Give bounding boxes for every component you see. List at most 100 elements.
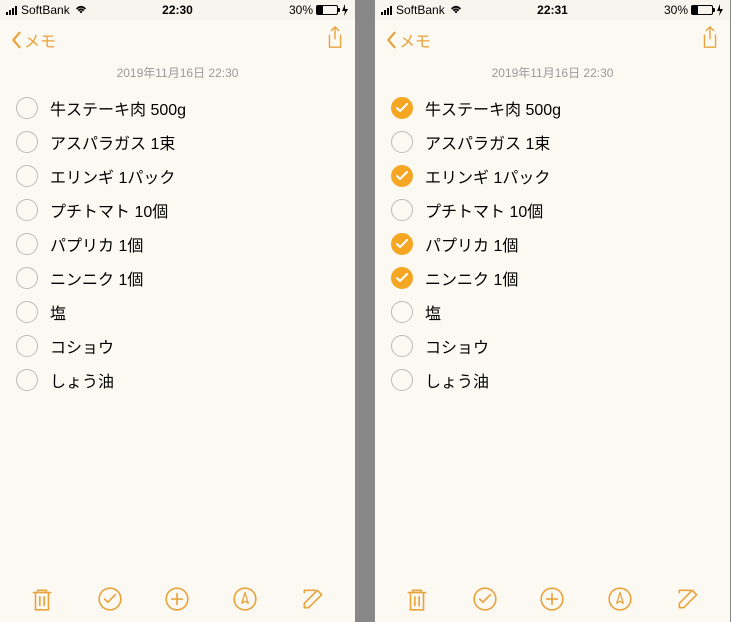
checklist-item[interactable]: エリンギ 1パック xyxy=(391,159,714,193)
checklist-item[interactable]: アスパラガス 1束 xyxy=(16,125,339,159)
nav-bar: メモ xyxy=(375,20,730,60)
checklist-button[interactable] xyxy=(97,586,123,612)
status-bar: SoftBank 22:30 30% xyxy=(0,0,355,20)
status-bar: SoftBank 22:31 30% xyxy=(375,0,730,20)
checklist-item[interactable]: パプリカ 1個 xyxy=(391,227,714,261)
draw-button[interactable] xyxy=(607,586,633,612)
checklist-item[interactable]: プチトマト 10個 xyxy=(391,193,714,227)
item-text: パプリカ 1個 xyxy=(425,232,518,256)
checklist-item[interactable]: コショウ xyxy=(16,329,339,363)
checkbox[interactable] xyxy=(391,301,413,323)
delete-button[interactable] xyxy=(29,586,55,612)
checklist-item[interactable]: パプリカ 1個 xyxy=(16,227,339,261)
chevron-left-icon xyxy=(385,31,397,49)
check-circle-icon xyxy=(472,586,498,612)
carrier-label: SoftBank xyxy=(21,3,70,17)
item-text: エリンギ 1パック xyxy=(50,164,175,188)
checkbox[interactable] xyxy=(16,97,38,119)
checkbox[interactable] xyxy=(16,131,38,153)
trash-icon xyxy=(29,586,55,612)
checkbox[interactable] xyxy=(391,267,413,289)
plus-circle-icon xyxy=(164,586,190,612)
share-icon xyxy=(325,26,345,50)
compose-icon xyxy=(675,586,701,612)
battery-icon xyxy=(316,5,338,15)
bottom-toolbar xyxy=(0,576,355,622)
checkbox[interactable] xyxy=(391,233,413,255)
checkmark-icon xyxy=(396,103,408,113)
checklist-item[interactable]: 牛ステーキ肉 500g xyxy=(16,91,339,125)
checklist-item[interactable]: 塩 xyxy=(16,295,339,329)
share-button[interactable] xyxy=(700,26,720,55)
note-timestamp: 2019年11月16日 22:30 xyxy=(375,60,730,91)
compose-button[interactable] xyxy=(675,586,701,612)
checklist-item[interactable]: 塩 xyxy=(391,295,714,329)
checklist-button[interactable] xyxy=(472,586,498,612)
checkbox[interactable] xyxy=(16,233,38,255)
checkbox[interactable] xyxy=(16,165,38,187)
wifi-icon xyxy=(74,5,88,15)
checkmark-icon xyxy=(396,273,408,283)
add-button[interactable] xyxy=(164,586,190,612)
item-text: ニンニク 1個 xyxy=(425,266,518,290)
checkbox[interactable] xyxy=(16,369,38,391)
share-button[interactable] xyxy=(325,26,345,55)
checkbox[interactable] xyxy=(391,131,413,153)
clock: 22:31 xyxy=(537,3,568,17)
phone-screen-right: SoftBank 22:31 30% メモ 2019年11月16日 22:30 … xyxy=(375,0,730,622)
checklist-item[interactable]: ニンニク 1個 xyxy=(391,261,714,295)
nav-bar: メモ xyxy=(0,20,355,60)
compose-button[interactable] xyxy=(300,586,326,612)
item-text: 牛ステーキ肉 500g xyxy=(50,96,186,120)
battery-icon xyxy=(691,5,713,15)
checkbox[interactable] xyxy=(16,335,38,357)
delete-button[interactable] xyxy=(404,586,430,612)
item-text: エリンギ 1パック xyxy=(425,164,550,188)
draw-button[interactable] xyxy=(232,586,258,612)
checkbox[interactable] xyxy=(16,301,38,323)
checklist[interactable]: 牛ステーキ肉 500g アスパラガス 1束 エリンギ 1パック プチトマト 10… xyxy=(0,91,355,576)
back-button[interactable]: メモ xyxy=(385,28,431,52)
checklist-item[interactable]: 牛ステーキ肉 500g xyxy=(391,91,714,125)
signal-icon xyxy=(381,5,392,15)
checklist-item[interactable]: しょう油 xyxy=(391,363,714,397)
check-circle-icon xyxy=(97,586,123,612)
checklist-item[interactable]: ニンニク 1個 xyxy=(16,261,339,295)
item-text: プチトマト 10個 xyxy=(50,198,168,222)
checkbox[interactable] xyxy=(391,335,413,357)
item-text: コショウ xyxy=(425,334,489,358)
wifi-icon xyxy=(449,5,463,15)
back-label: メモ xyxy=(24,28,56,52)
checkbox[interactable] xyxy=(391,165,413,187)
checklist-item[interactable]: アスパラガス 1束 xyxy=(391,125,714,159)
checklist-item[interactable]: しょう油 xyxy=(16,363,339,397)
checkmark-icon xyxy=(396,171,408,181)
bottom-toolbar xyxy=(375,576,730,622)
checkbox[interactable] xyxy=(391,199,413,221)
checklist-item[interactable]: エリンギ 1パック xyxy=(16,159,339,193)
checkbox[interactable] xyxy=(391,369,413,391)
checkmark-icon xyxy=(396,239,408,249)
add-button[interactable] xyxy=(539,586,565,612)
chevron-left-icon xyxy=(10,31,22,49)
back-button[interactable]: メモ xyxy=(10,28,56,52)
item-text: 塩 xyxy=(50,300,66,324)
item-text: プチトマト 10個 xyxy=(425,198,543,222)
share-icon xyxy=(700,26,720,50)
plus-circle-icon xyxy=(539,586,565,612)
checkbox[interactable] xyxy=(16,199,38,221)
item-text: パプリカ 1個 xyxy=(50,232,143,256)
pen-circle-icon xyxy=(607,586,633,612)
checkbox[interactable] xyxy=(391,97,413,119)
item-text: コショウ xyxy=(50,334,114,358)
item-text: 塩 xyxy=(425,300,441,324)
checklist-item[interactable]: プチトマト 10個 xyxy=(16,193,339,227)
battery-pct: 30% xyxy=(289,3,313,17)
item-text: しょう油 xyxy=(50,368,114,392)
checkbox[interactable] xyxy=(16,267,38,289)
checklist-item[interactable]: コショウ xyxy=(391,329,714,363)
checklist[interactable]: 牛ステーキ肉 500g アスパラガス 1束 エリンギ 1パック プチトマト 10… xyxy=(375,91,730,576)
item-text: ニンニク 1個 xyxy=(50,266,143,290)
charging-icon xyxy=(341,4,349,16)
back-label: メモ xyxy=(399,28,431,52)
